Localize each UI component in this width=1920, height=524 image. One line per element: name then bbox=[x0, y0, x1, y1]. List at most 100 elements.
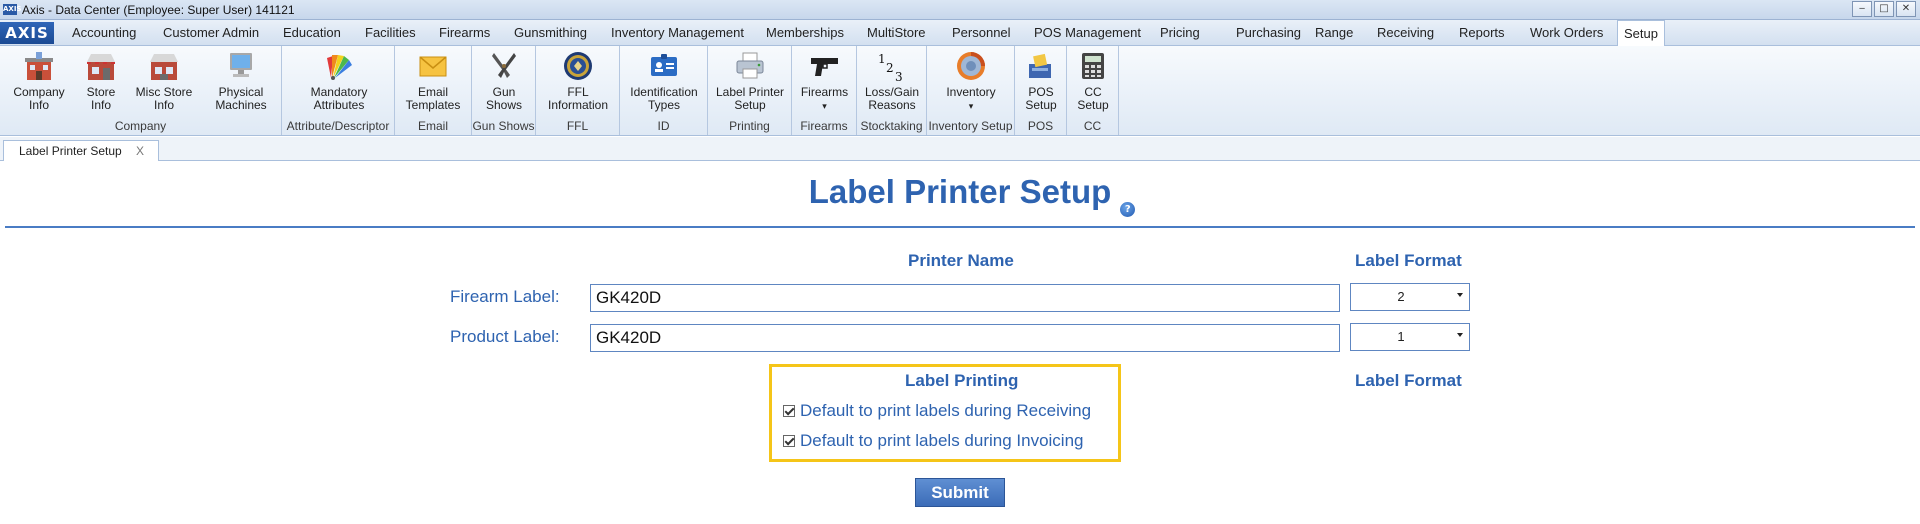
cc-setup-label-1: CC bbox=[1084, 85, 1102, 99]
submit-button[interactable]: Submit bbox=[915, 478, 1005, 507]
group-label-gun-shows: Gun Shows bbox=[472, 119, 535, 133]
tab-close-icon[interactable]: X bbox=[136, 142, 144, 161]
firearms-chevron-down-icon: ▾ bbox=[822, 101, 827, 111]
window-controls: ‒ □ ✕ bbox=[1852, 1, 1916, 17]
physical-machines-label-2: Machines bbox=[215, 98, 267, 112]
menu-setup[interactable]: Setup bbox=[1617, 20, 1665, 46]
menu-receiving[interactable]: Receiving bbox=[1371, 20, 1440, 45]
menu-purchasing[interactable]: Purchasing bbox=[1230, 20, 1307, 45]
ribbon-group-printing: Label Printer Setup Printing bbox=[708, 46, 792, 135]
default-print-invoicing-option[interactable]: Default to print labels during Invoicing bbox=[783, 431, 1084, 451]
menu-pricing[interactable]: Pricing bbox=[1154, 20, 1206, 45]
identification-types-label-1: Identification bbox=[630, 85, 698, 99]
default-print-invoicing-label: Default to print labels during Invoicing bbox=[800, 431, 1084, 450]
email-templates-button[interactable]: Email Templates bbox=[400, 50, 466, 112]
group-label-id: ID bbox=[657, 119, 670, 133]
misc-store-info-label-1: Misc Store bbox=[135, 85, 193, 99]
window-title: Axis - Data Center (Employee: Super User… bbox=[22, 3, 295, 17]
firearms-button-label: Firearms bbox=[800, 85, 849, 99]
ffl-information-button[interactable]: FFL Information bbox=[542, 50, 614, 112]
label-printer-setup-button[interactable]: Label Printer Setup bbox=[713, 50, 787, 112]
menu-firearms[interactable]: Firearms bbox=[433, 20, 496, 45]
store-icon bbox=[87, 54, 115, 80]
gun-shows-button[interactable]: Gun Shows bbox=[482, 50, 526, 112]
default-print-receiving-option[interactable]: Default to print labels during Receiving bbox=[783, 401, 1091, 421]
group-label-ffl: FFL bbox=[566, 119, 589, 133]
menu-pos-management[interactable]: POS Management bbox=[1028, 20, 1147, 45]
minimize-button[interactable]: ‒ bbox=[1852, 1, 1872, 17]
product-label-format-value: 1 bbox=[1397, 329, 1405, 344]
help-icon[interactable]: ? bbox=[1120, 202, 1136, 217]
ribbon-group-id: Identification Types ID bbox=[620, 46, 708, 135]
gun-shows-label-2: Shows bbox=[485, 98, 523, 112]
axis-logo[interactable]: AXIS bbox=[0, 22, 54, 44]
mandatory-attributes-button[interactable]: Mandatory Attributes bbox=[302, 50, 376, 112]
cc-setup-button[interactable]: CC Setup bbox=[1073, 50, 1113, 112]
mandatory-attributes-label-2: Attributes bbox=[313, 98, 365, 112]
menu-customer-admin[interactable]: Customer Admin bbox=[157, 20, 265, 45]
physical-machines-button[interactable]: Physical Machines bbox=[206, 50, 276, 112]
group-label-attribute-descriptor: Attribute/Descriptor bbox=[286, 119, 390, 133]
store-info-label-1: Store bbox=[86, 85, 116, 99]
company-info-button[interactable]: Company Info bbox=[8, 50, 70, 112]
label-printer-setup-label-1: Label Printer bbox=[715, 85, 785, 99]
menu-inventory-management[interactable]: Inventory Management bbox=[605, 20, 750, 45]
id-card-icon bbox=[651, 54, 677, 76]
building-icon bbox=[25, 52, 53, 80]
default-print-receiving-label: Default to print labels during Receiving bbox=[800, 401, 1092, 420]
setup-ribbon: Company Info Store Info Misc Store Info … bbox=[0, 46, 1920, 136]
menu-accounting[interactable]: Accounting bbox=[66, 20, 142, 45]
company-info-label-2: Info bbox=[28, 98, 49, 112]
tab-label-printer-setup[interactable]: Label Printer Setup X bbox=[3, 140, 159, 161]
loss-gain-reasons-button[interactable]: 123 Loss/Gain Reasons bbox=[861, 50, 923, 112]
menu-personnel[interactable]: Personnel bbox=[946, 20, 1017, 45]
printer-name-header: Printer Name bbox=[908, 251, 1014, 270]
maximize-button[interactable]: □ bbox=[1874, 1, 1894, 17]
pos-setup-label-1: POS bbox=[1028, 85, 1054, 99]
default-print-invoicing-checkbox[interactable] bbox=[783, 435, 795, 447]
tab-label: Label Printer Setup bbox=[19, 144, 122, 158]
product-printer-name-input[interactable] bbox=[590, 324, 1340, 352]
document-tab-bar: Label Printer Setup X bbox=[0, 137, 1920, 161]
identification-types-label-2: Types bbox=[647, 98, 680, 112]
menu-education[interactable]: Education bbox=[277, 20, 347, 45]
inventory-dropdown-button[interactable]: Inventory ▾ bbox=[941, 50, 1001, 113]
menu-work-orders[interactable]: Work Orders bbox=[1524, 20, 1609, 45]
ribbon-group-stocktaking: 123 Loss/Gain Reasons Stocktaking bbox=[857, 46, 927, 135]
inventory-chevron-down-icon: ▾ bbox=[968, 101, 974, 111]
store-info-button[interactable]: Store Info bbox=[77, 50, 125, 112]
misc-store-info-button[interactable]: Misc Store Info bbox=[131, 50, 197, 112]
product-label-format-select[interactable]: 1 bbox=[1350, 323, 1470, 351]
close-window-button[interactable]: ✕ bbox=[1896, 1, 1916, 17]
title-divider bbox=[5, 226, 1915, 228]
label-printer-setup-label-2: Setup bbox=[734, 98, 766, 112]
inventory-disc-icon bbox=[957, 52, 985, 80]
ribbon-group-attribute-descriptor: Mandatory Attributes Attribute/Descripto… bbox=[282, 46, 395, 135]
ribbon-group-firearms: Firearms ▾ Firearms bbox=[792, 46, 857, 135]
page-title: Label Printer Setup bbox=[808, 173, 1112, 210]
cc-setup-label-2: Setup bbox=[1077, 98, 1109, 112]
firearm-printer-name-input[interactable] bbox=[590, 284, 1340, 312]
menu-multistore[interactable]: MultiStore bbox=[861, 20, 932, 45]
window-titlebar: AXIS Axis - Data Center (Employee: Super… bbox=[0, 0, 1920, 20]
calculator-icon bbox=[1082, 53, 1104, 79]
menu-memberships[interactable]: Memberships bbox=[760, 20, 850, 45]
pos-setup-button[interactable]: POS Setup bbox=[1021, 50, 1061, 112]
chevron-down-icon bbox=[1457, 333, 1463, 337]
firearm-label-caption: Firearm Label: bbox=[450, 287, 560, 306]
printer-icon bbox=[736, 52, 764, 79]
inventory-button-label: Inventory bbox=[946, 85, 996, 99]
ribbon-group-cc: CC Setup CC bbox=[1067, 46, 1119, 135]
menu-facilities[interactable]: Facilities bbox=[359, 20, 422, 45]
menu-reports[interactable]: Reports bbox=[1453, 20, 1511, 45]
firearms-dropdown-button[interactable]: Firearms ▾ bbox=[797, 50, 852, 113]
ribbon-group-ffl: FFL Information FFL bbox=[536, 46, 620, 135]
default-print-receiving-checkbox[interactable] bbox=[783, 405, 795, 417]
menu-gunsmithing[interactable]: Gunsmithing bbox=[508, 20, 593, 45]
color-fan-icon bbox=[327, 55, 352, 80]
firearm-label-format-select[interactable]: 2 bbox=[1350, 283, 1470, 311]
ribbon-group-inventory-setup: Inventory ▾ Inventory Setup bbox=[927, 46, 1015, 135]
menu-range[interactable]: Range bbox=[1309, 20, 1359, 45]
ribbon-group-gun-shows: Gun Shows Gun Shows bbox=[472, 46, 536, 135]
identification-types-button[interactable]: Identification Types bbox=[626, 50, 702, 112]
